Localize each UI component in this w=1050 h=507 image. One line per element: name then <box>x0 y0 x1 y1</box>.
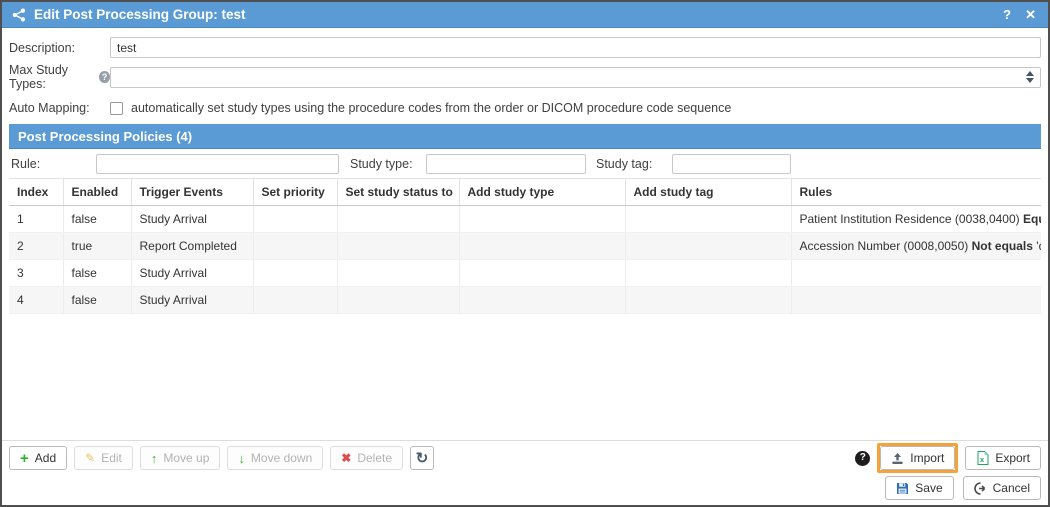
refresh-icon: ↻ <box>416 451 429 466</box>
upload-icon <box>891 452 904 465</box>
cancel-button[interactable]: Cancel <box>963 476 1041 500</box>
table-row[interactable]: 2 true Report Completed Accession Number… <box>9 233 1041 260</box>
max-study-types-help-icon[interactable]: ? <box>99 71 110 83</box>
description-input[interactable] <box>110 37 1041 58</box>
import-button[interactable]: Import <box>880 446 955 470</box>
plus-icon: + <box>20 451 29 466</box>
col-header-index[interactable]: Index <box>9 179 63 206</box>
rules-cell <box>791 287 1041 314</box>
auto-mapping-checkbox[interactable] <box>110 102 123 115</box>
help-button[interactable]: ? <box>1000 7 1014 22</box>
policies-table: Index Enabled Trigger Events Set priorit… <box>9 178 1041 314</box>
group-form: Description: Max Study Types:? Auto Mapp… <box>2 28 1048 124</box>
description-label: Description: <box>9 41 110 55</box>
study-tag-filter-label: Study tag: <box>596 157 672 171</box>
excel-file-icon: x <box>976 451 989 465</box>
add-button[interactable]: + Add <box>9 446 67 470</box>
rules-cell <box>791 260 1041 287</box>
floppy-disk-icon <box>896 482 909 495</box>
auto-mapping-row: Auto Mapping: automatically set study ty… <box>9 101 1041 115</box>
import-button-highlight: Import <box>877 443 958 473</box>
share-icon <box>11 7 26 22</box>
policies-filter-row: Rule: Study type: Study tag: <box>9 154 1041 174</box>
auto-mapping-label: Auto Mapping: <box>9 101 110 115</box>
arrow-up-icon: ↑ <box>151 452 158 465</box>
max-study-types-label: Max Study Types:? <box>9 63 110 91</box>
arrow-down-icon: ↓ <box>238 452 245 465</box>
delete-x-icon: ✖ <box>341 452 351 464</box>
dialog-footer: Save Cancel <box>2 475 1048 505</box>
col-header-enabled[interactable]: Enabled <box>63 179 131 206</box>
close-button[interactable]: ✕ <box>1022 7 1039 23</box>
col-header-set-study-status[interactable]: Set study status to <box>337 179 459 206</box>
col-header-trigger-events[interactable]: Trigger Events <box>131 179 253 206</box>
pencil-icon: ✎ <box>85 452 95 464</box>
export-button[interactable]: x Export <box>965 446 1041 470</box>
rule-filter-input[interactable] <box>96 154 339 174</box>
max-study-types-spinner-field[interactable] <box>110 67 1041 88</box>
table-row[interactable]: 4 false Study Arrival <box>9 287 1041 314</box>
import-help-icon[interactable]: ? <box>855 451 870 466</box>
edit-button[interactable]: ✎ Edit <box>74 446 133 470</box>
rule-filter-label: Rule: <box>9 157 96 171</box>
dialog-title: Edit Post Processing Group: test <box>34 7 992 22</box>
exit-arrow-icon <box>974 482 987 495</box>
study-tag-filter-input[interactable] <box>672 154 791 174</box>
max-study-types-row: Max Study Types:? <box>9 63 1041 91</box>
col-header-add-study-tag[interactable]: Add study tag <box>625 179 791 206</box>
policies-section-header: Post Processing Policies (4) <box>9 124 1041 149</box>
table-row[interactable]: 1 false Study Arrival Patient Institutio… <box>9 206 1041 233</box>
policies-toolbar: + Add ✎ Edit ↑ Move up ↓ Move down ✖ Del… <box>2 441 1048 475</box>
col-header-set-priority[interactable]: Set priority <box>253 179 337 206</box>
refresh-button[interactable]: ↻ <box>410 446 434 470</box>
rules-cell: Patient Institution Residence (0038,0400… <box>791 206 1041 233</box>
move-up-button[interactable]: ↑ Move up <box>140 446 221 470</box>
delete-button[interactable]: ✖ Delete <box>330 446 403 470</box>
policies-table-wrap: Index Enabled Trigger Events Set priorit… <box>9 178 1041 314</box>
study-type-filter-input[interactable] <box>426 154 586 174</box>
table-row[interactable]: 3 false Study Arrival <box>9 260 1041 287</box>
study-type-filter-label: Study type: <box>350 157 426 171</box>
dialog-titlebar: Edit Post Processing Group: test ? ✕ <box>2 2 1048 28</box>
save-button[interactable]: Save <box>885 476 953 500</box>
description-row: Description: <box>9 37 1041 58</box>
table-empty-area <box>2 314 1048 440</box>
auto-mapping-checkbox-label: automatically set study types using the … <box>131 101 731 115</box>
col-header-rules[interactable]: Rules <box>791 179 1041 206</box>
col-header-add-study-type[interactable]: Add study type <box>459 179 625 206</box>
rules-cell: Accession Number (0008,0050) Not equals … <box>791 233 1041 260</box>
table-header-row: Index Enabled Trigger Events Set priorit… <box>9 179 1041 206</box>
spinner-arrows-icon[interactable] <box>1026 71 1034 83</box>
move-down-button[interactable]: ↓ Move down <box>227 446 323 470</box>
